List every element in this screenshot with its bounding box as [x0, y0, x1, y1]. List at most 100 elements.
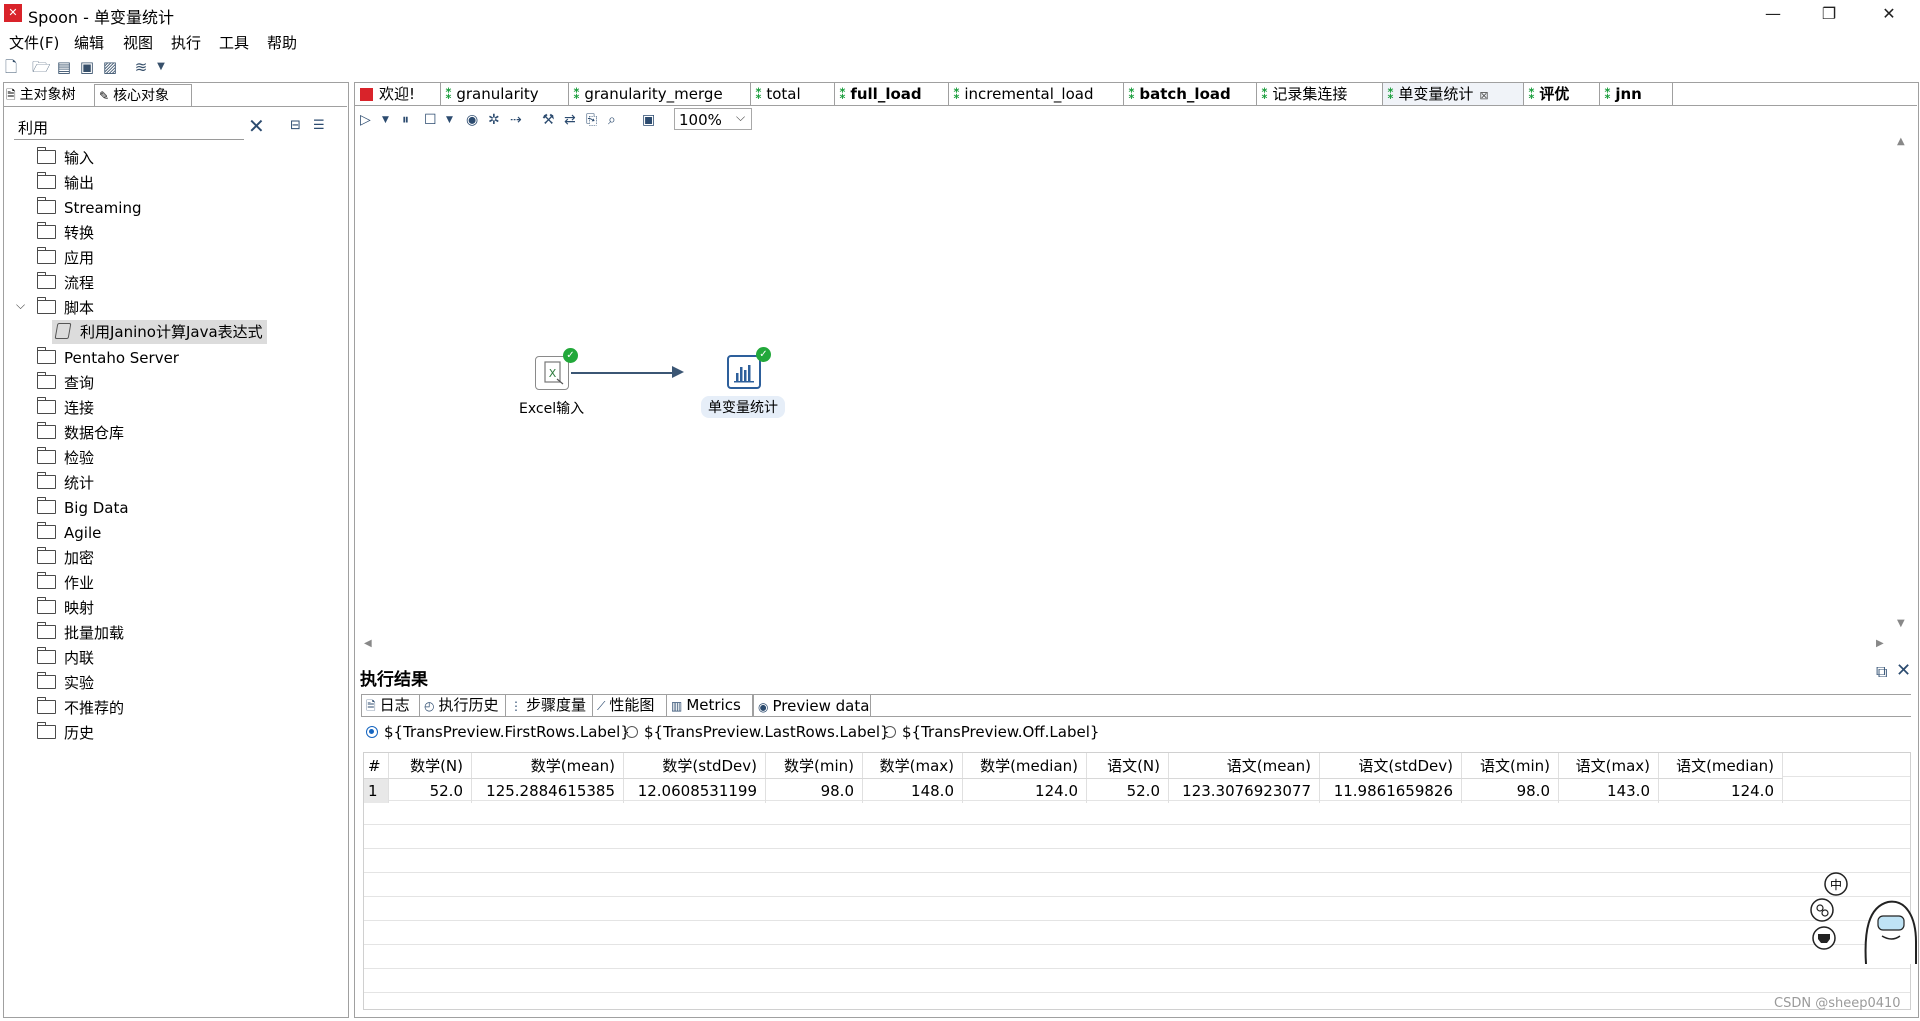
preview-radio-option[interactable]: ${TransPreview.LastRows.Label} [626, 723, 890, 741]
preview-radio-option[interactable]: ${TransPreview.FirstRows.Label} [366, 723, 630, 741]
explore-db-icon[interactable]: ⌕ [608, 111, 616, 129]
tree-item-folder[interactable]: 检验 [37, 446, 94, 470]
column-header[interactable]: 数学(median) [962, 753, 1087, 779]
menu-view[interactable]: 视图 [123, 32, 153, 53]
tree-item-folder[interactable]: Pentaho Server [37, 346, 179, 370]
tab-welcome[interactable]: 欢迎! [356, 83, 441, 105]
tree-item-folder[interactable]: 流程 [37, 271, 94, 295]
tree-item-folder[interactable]: 历史 [37, 721, 94, 745]
tree-item-folder[interactable]: 内联 [37, 646, 94, 670]
debug-icon[interactable]: ✲ [488, 111, 500, 129]
tree-item-folder[interactable]: Streaming [37, 196, 141, 220]
new-file-icon[interactable]: 🗋 [2, 58, 20, 76]
tab-transformation[interactable]: ⁑ jnn [1600, 83, 1673, 105]
results-tab[interactable]: ⟋ 性能图 [593, 694, 667, 716]
column-header[interactable]: 语文(median) [1658, 753, 1783, 779]
sql-icon[interactable]: ⎘ [586, 111, 597, 129]
tree-item-folder[interactable]: 脚本 [37, 296, 94, 320]
save-as-icon[interactable]: ▨ [101, 58, 119, 76]
column-header[interactable]: 数学(stdDev) [623, 753, 766, 779]
row-number[interactable]: 1 [364, 778, 389, 803]
tab-transformation[interactable]: ⁑ full_load [835, 83, 949, 105]
column-header[interactable]: 数学(N) [388, 753, 472, 779]
tree-item-folder[interactable]: 不推荐的 [37, 696, 124, 720]
column-header[interactable]: 语文(min) [1461, 753, 1559, 779]
results-tab[interactable]: ⋮ 步骤度量 [506, 694, 593, 716]
menu-edit[interactable]: 编辑 [74, 32, 104, 53]
table-cell[interactable]: 125.2884615385 [471, 778, 624, 803]
search-input[interactable] [18, 117, 238, 137]
tree-item-folder[interactable]: 批量加载 [37, 621, 124, 645]
save-icon[interactable]: ▣ [78, 58, 96, 76]
show-results-icon[interactable]: ▣ [642, 111, 655, 129]
tab-transformation[interactable]: ⁑ 评优 [1524, 83, 1600, 105]
scroll-up-icon[interactable]: ▲ [1897, 136, 1905, 147]
tree-item-folder[interactable]: 查询 [37, 371, 94, 395]
tree-item-folder[interactable]: 应用 [37, 246, 94, 270]
column-header[interactable]: # [364, 753, 389, 779]
transformation-canvas[interactable] [360, 132, 1896, 640]
perspective-dropdown-icon[interactable]: ▼ [152, 58, 170, 76]
tab-transformation[interactable]: ⁑ 记录集连接 [1257, 83, 1383, 105]
tree-item-folder[interactable]: 输出 [37, 171, 94, 195]
column-header[interactable]: 语文(mean) [1168, 753, 1320, 779]
collapse-tree-icon[interactable]: ⊟ [290, 118, 301, 133]
tree-item-folder[interactable]: 输入 [37, 146, 94, 170]
tab-transformation[interactable]: ⁑ 单变量统计 ⊠ [1383, 83, 1524, 105]
close-results-icon[interactable]: ✕ [1896, 660, 1911, 681]
table-cell[interactable]: 52.0 [388, 778, 472, 803]
column-header[interactable]: 语文(max) [1558, 753, 1659, 779]
run-icon[interactable]: ▷ [360, 111, 371, 129]
stop-icon[interactable]: ☐ [424, 111, 437, 129]
results-tab[interactable]: ▥ Metrics [667, 694, 753, 716]
tree-item-folder[interactable]: Agile [37, 521, 101, 545]
table-cell[interactable]: 12.0608531199 [623, 778, 766, 803]
tab-transformation[interactable]: ⁑ granularity [441, 83, 569, 105]
open-file-icon[interactable]: 🗁 [32, 58, 51, 76]
tree-item-folder[interactable]: 作业 [37, 571, 94, 595]
tree-item-folder[interactable]: 加密 [37, 546, 94, 570]
preview-radio-option[interactable]: ${TransPreview.Off.Label} [884, 723, 1099, 741]
tree-item-folder[interactable]: 映射 [37, 596, 94, 620]
results-tab[interactable]: 🗎 日志 [362, 694, 420, 716]
table-cell[interactable]: 98.0 [1461, 778, 1559, 803]
verify-icon[interactable]: ⚒ [542, 111, 555, 129]
menu-help[interactable]: 帮助 [267, 32, 297, 53]
scroll-down-icon[interactable]: ▼ [1897, 618, 1905, 629]
table-cell[interactable]: 11.9861659826 [1319, 778, 1462, 803]
table-cell[interactable]: 98.0 [765, 778, 863, 803]
stop-dropdown-icon[interactable]: ▼ [446, 111, 453, 129]
preview-icon[interactable]: ◉ [466, 111, 478, 129]
step-univariate-stats[interactable] [727, 355, 761, 389]
tree-item-folder[interactable]: 转换 [37, 221, 94, 245]
tree-item-folder[interactable]: Big Data [37, 496, 129, 520]
column-header[interactable]: 语文(N) [1086, 753, 1169, 779]
table-cell[interactable]: 124.0 [1658, 778, 1783, 803]
table-cell[interactable]: 52.0 [1086, 778, 1169, 803]
tab-transformation[interactable]: ⁑ batch_load [1124, 83, 1257, 105]
tree-item-folder[interactable]: 统计 [37, 471, 94, 495]
table-cell[interactable]: 148.0 [862, 778, 963, 803]
results-tab[interactable]: ◴ 执行历史 [420, 694, 506, 716]
tree-item-janino[interactable]: 利用Janino计算Java表达式 [52, 320, 267, 344]
tab-core-objects[interactable]: ✎ 核心对象 [94, 84, 192, 107]
column-header[interactable]: 数学(min) [765, 753, 863, 779]
column-header[interactable]: 数学(mean) [471, 753, 624, 779]
run-dropdown-icon[interactable]: ▼ [382, 111, 389, 129]
tree-item-folder[interactable]: 实验 [37, 671, 94, 695]
menu-tools[interactable]: 工具 [219, 32, 249, 53]
table-cell[interactable]: 123.3076923077 [1168, 778, 1320, 803]
explore-repository-icon[interactable]: ▤ [55, 58, 73, 76]
minimize-button[interactable]: — [1750, 2, 1796, 26]
restore-button[interactable]: ❐ [1806, 2, 1852, 26]
impact-icon[interactable]: ⇄ [564, 111, 576, 129]
menu-run[interactable]: 执行 [171, 32, 201, 53]
table-cell[interactable]: 143.0 [1558, 778, 1659, 803]
perspective-layers-icon[interactable]: ≋ [132, 58, 150, 76]
expand-tree-icon[interactable]: ☰ [313, 118, 325, 133]
clear-search-icon[interactable]: ✕ [248, 114, 265, 138]
pause-icon[interactable]: ⏸ [402, 111, 409, 129]
tab-main-object-tree[interactable]: 🗎 主对象树 [6, 84, 92, 106]
tree-item-folder[interactable]: 连接 [37, 396, 94, 420]
hop-connector[interactable] [571, 372, 679, 374]
